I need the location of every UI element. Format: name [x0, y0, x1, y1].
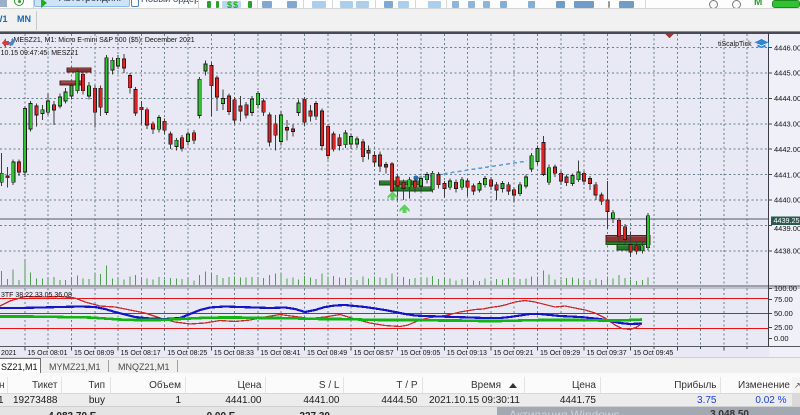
svg-text:MESZ21, M1: Micro E-mini S&P: MESZ21, M1: Micro E-mini S&P 500 ($5): D…	[14, 37, 195, 44]
svg-text:50.00: 50.00	[774, 309, 793, 318]
svg-text:15 Oct 08:01: 15 Oct 08:01	[27, 350, 67, 357]
svg-text:4439.25: 4439.25	[774, 216, 800, 225]
svg-text:tiScalpTick: tiScalpTick	[718, 41, 752, 48]
svg-text:15 Oct 09:45: 15 Oct 09:45	[633, 350, 673, 357]
svg-text:15 Oct 09:29: 15 Oct 09:29	[540, 350, 580, 357]
svg-text:10.15 09:47:45: MESZ21: 10.15 09:47:45: MESZ21	[1, 50, 79, 57]
svg-text:4439.00: 4439.00	[774, 224, 800, 233]
svg-text:15 Oct 08:41: 15 Oct 08:41	[260, 350, 300, 357]
svg-text:15 Oct 08:49: 15 Oct 08:49	[307, 350, 347, 357]
svg-text:15 Oct 08:57: 15 Oct 08:57	[354, 350, 394, 357]
svg-text:4446.00: 4446.00	[774, 43, 800, 52]
svg-text:15 Oct 08:09: 15 Oct 08:09	[74, 350, 114, 357]
svg-text:15 Oct 09:13: 15 Oct 09:13	[447, 350, 487, 357]
svg-text:4438.00: 4438.00	[774, 247, 800, 256]
svg-text:4441.00: 4441.00	[774, 170, 800, 179]
svg-text:25.00: 25.00	[774, 323, 793, 332]
svg-text:15 Oct 08:25: 15 Oct 08:25	[167, 350, 207, 357]
svg-text:15 Oct 08:17: 15 Oct 08:17	[121, 350, 161, 357]
svg-text:15 Oct 09:37: 15 Oct 09:37	[587, 350, 627, 357]
svg-text:4444.00: 4444.00	[774, 94, 800, 103]
svg-text:4440.00: 4440.00	[774, 196, 800, 205]
svg-text:75.00: 75.00	[774, 295, 793, 304]
svg-text:4442.00: 4442.00	[774, 145, 800, 154]
svg-text:15 Oct 08:33: 15 Oct 08:33	[214, 350, 254, 357]
svg-text:15 Oct 09:21: 15 Oct 09:21	[493, 350, 533, 357]
svg-text:15 Oct 09:05: 15 Oct 09:05	[400, 350, 440, 357]
svg-text:100.00: 100.00	[774, 284, 797, 293]
svg-text:0.00: 0.00	[774, 334, 789, 343]
svg-text:2021: 2021	[1, 350, 17, 357]
svg-text:3TF 38.22 33.05 36.08: 3TF 38.22 33.05 36.08	[1, 292, 72, 299]
svg-text:4443.00: 4443.00	[774, 120, 800, 129]
svg-text:4445.00: 4445.00	[774, 69, 800, 78]
